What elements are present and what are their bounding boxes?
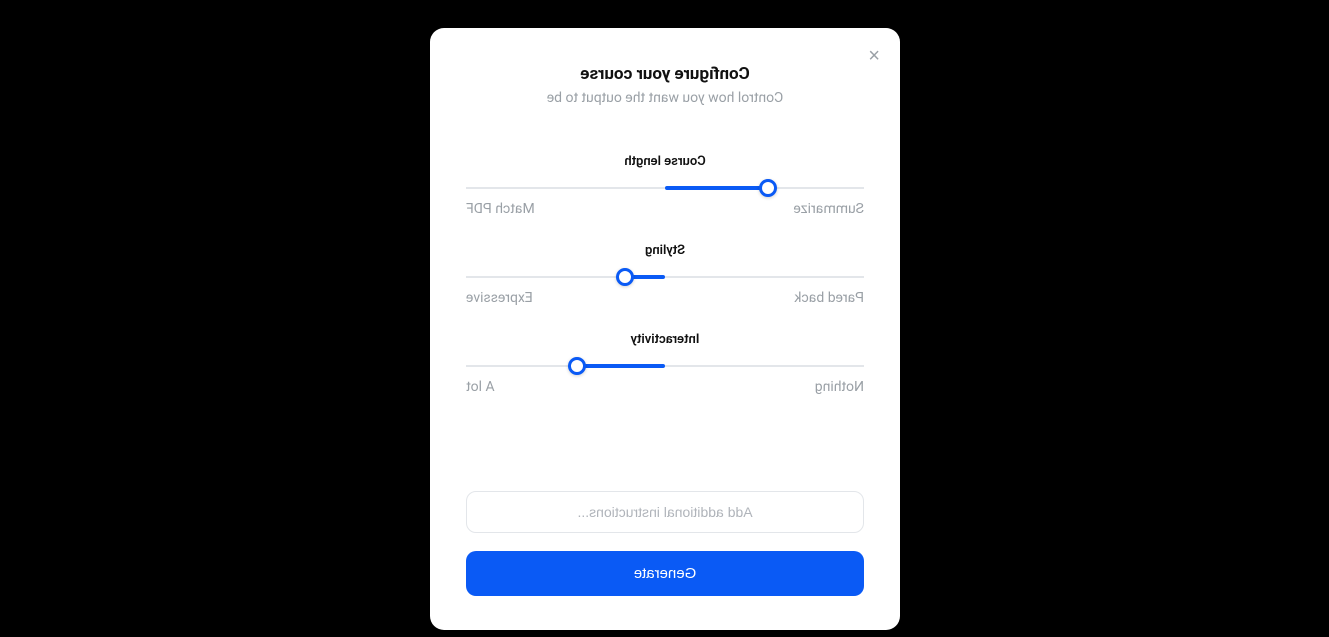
slider-track[interactable] [466,268,864,286]
close-icon[interactable]: × [864,42,884,70]
slider-end-right: A lot [466,379,495,395]
slider-styling: Styling Pared back Expressive [466,243,864,306]
slider-end-left: Nothing [814,379,863,395]
slider-end-left: Pared back [794,290,864,306]
slider-label: Interactivity [466,332,864,347]
configure-course-modal: × Configure your course Control how you … [430,28,900,630]
slider-fill [577,364,665,368]
slider-fill [665,186,768,190]
slider-course-length: Course length Summarize Match PDF [466,154,864,217]
slider-thumb[interactable] [568,357,586,375]
modal-title: Configure your course [466,64,864,84]
slider-thumb[interactable] [616,268,634,286]
slider-end-right: Match PDF [466,201,535,217]
slider-interactivity: Interactivity Nothing A lot [466,332,864,395]
additional-instructions-input[interactable] [466,491,864,533]
modal-subtitle: Control how you want the output to be [466,90,864,106]
slider-thumb[interactable] [759,179,777,197]
slider-track[interactable] [466,179,864,197]
generate-button[interactable]: Generate [466,551,864,596]
slider-end-left: Summarize [793,201,864,217]
slider-label: Styling [466,243,864,258]
slider-end-right: Expressive [466,290,533,306]
modal-header: Configure your course Control how you wa… [466,64,864,106]
slider-track[interactable] [466,357,864,375]
slider-label: Course length [466,154,864,169]
